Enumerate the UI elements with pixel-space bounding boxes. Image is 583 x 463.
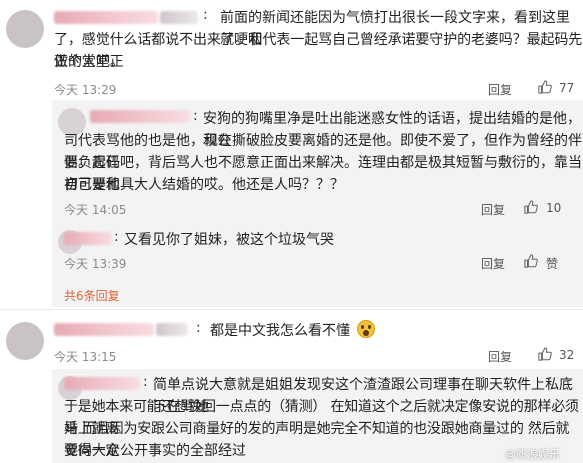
colon: : xyxy=(193,108,198,124)
avatar[interactable] xyxy=(6,322,44,360)
like-count: 32 xyxy=(559,348,575,362)
reply-time: 今天 14:05 xyxy=(64,203,127,217)
reply-time: 今天 13:39 xyxy=(64,257,127,271)
like-count: 77 xyxy=(559,81,575,95)
thumbs-up-icon[interactable] xyxy=(524,200,538,214)
reply-line: 自己要和具大人结婚的哎。他还是人吗？？？ xyxy=(64,177,344,193)
username[interactable] xyxy=(64,232,112,245)
thumbs-up-icon[interactable] xyxy=(538,347,552,361)
colon: : xyxy=(203,7,208,23)
username-badge xyxy=(160,11,198,24)
username[interactable] xyxy=(54,323,154,336)
colon: : xyxy=(196,320,201,336)
more-replies-link[interactable]: 共6条回复 xyxy=(64,287,120,304)
shocked-face-emoji-icon xyxy=(357,320,375,338)
thumbs-up-icon[interactable] xyxy=(538,80,552,94)
username[interactable] xyxy=(90,110,190,123)
reply-line: 又看见你了姐妹，被这个垃圾气哭 xyxy=(124,232,334,248)
comment-line: 正的人吧。 xyxy=(54,54,124,70)
username[interactable] xyxy=(54,11,158,24)
comment-time: 今天 13:29 xyxy=(54,83,117,97)
reply-line: 要向大众公开事实的全部经过 xyxy=(64,443,246,459)
watermark: @新浪娱乐 xyxy=(505,448,560,461)
thumbs-up-icon[interactable] xyxy=(524,254,538,268)
reply-button[interactable]: 回复 xyxy=(481,255,505,272)
username[interactable] xyxy=(64,377,140,390)
colon: : xyxy=(143,374,148,390)
colon: : xyxy=(114,229,119,245)
username-badge xyxy=(156,323,188,336)
divider xyxy=(0,309,583,310)
like-count: 10 xyxy=(546,201,562,215)
comment-time: 今天 13:15 xyxy=(54,350,117,364)
comment-line: 都是中文我怎么看不懂 xyxy=(210,323,350,339)
reply-button[interactable]: 回复 xyxy=(488,348,512,365)
reply-button[interactable]: 回复 xyxy=(488,81,512,98)
reply-button[interactable]: 回复 xyxy=(481,201,505,218)
avatar[interactable] xyxy=(6,10,44,48)
like-label[interactable]: 赞 xyxy=(546,255,558,272)
